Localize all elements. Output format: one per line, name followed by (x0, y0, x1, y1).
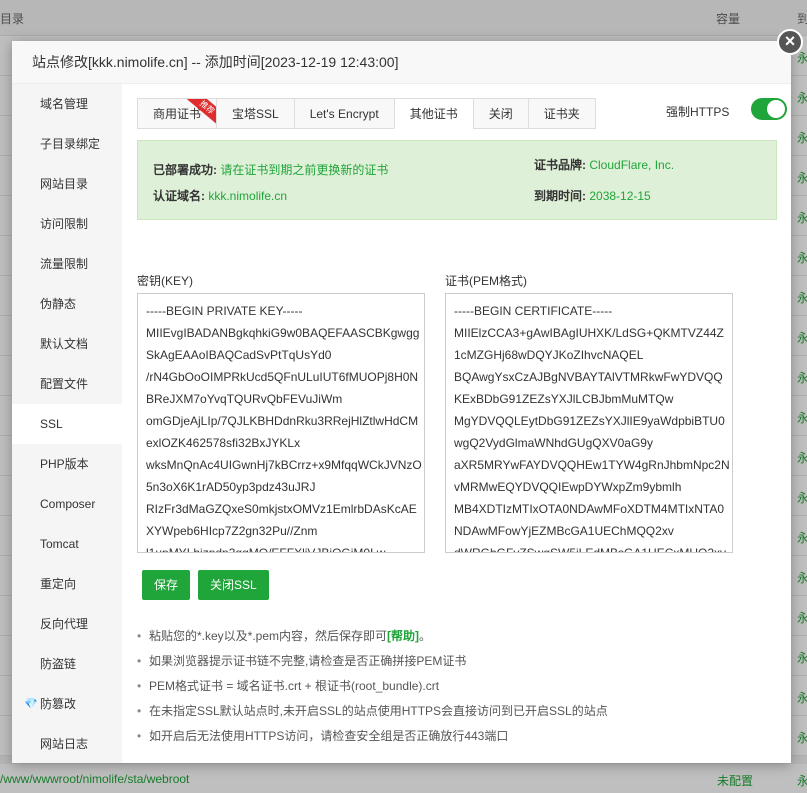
sidebar-item-label: 流量限制 (40, 257, 89, 271)
tip-item: 如开启后无法使用HTTPS访问，请检查安全组是否正确放行443端口 (137, 724, 777, 749)
tab-commercial-cert[interactable]: 商用证书 推荐 (137, 98, 218, 129)
close-dialog-button[interactable]: × (777, 29, 803, 55)
private-key-textarea[interactable]: -----BEGIN PRIVATE KEY----- MIIEvgIBADAN… (137, 293, 425, 553)
cert-expire-key: 到期时间: (534, 189, 586, 203)
sidebar-item-label: Composer (40, 497, 96, 511)
sidebar-item-php-version[interactable]: PHP版本 (12, 444, 122, 484)
sidebar-item-label: 配置文件 (40, 377, 89, 391)
ssl-tabs: 商用证书 推荐 宝塔SSL Let's Encrypt 其他证书 关闭 证书夹 (137, 98, 596, 129)
sidebar: 域名管理 子目录绑定 网站目录 访问限制 流量限制 伪静态 默认文档 配置文件 … (12, 84, 122, 763)
tip-item: PEM格式证书 = 域名证书.crt + 根证书(root_bundle).cr… (137, 674, 777, 699)
sidebar-item-hotlink[interactable]: 防盗链 (12, 644, 122, 684)
sidebar-item-site-log[interactable]: 网站日志 (12, 724, 122, 764)
sidebar-item-traffic-limit[interactable]: 流量限制 (12, 244, 122, 284)
sidebar-item-rewrite[interactable]: 伪静态 (12, 284, 122, 324)
deploy-status: 已部署成功: 请在证书到期之前更换新的证书 (153, 161, 388, 178)
sidebar-item-label: 伪静态 (40, 297, 77, 311)
tab-label: 证书夹 (543, 107, 580, 121)
help-link[interactable]: [帮助] (387, 629, 419, 643)
sidebar-item-label: 反向代理 (40, 617, 89, 631)
key-field-label: 密钥(KEY) (137, 274, 194, 288)
sidebar-item-access-limit[interactable]: 访问限制 (12, 204, 122, 244)
tab-label: 宝塔SSL (232, 107, 279, 121)
sidebar-item-site-dir[interactable]: 网站目录 (12, 164, 122, 204)
sidebar-item-subdir[interactable]: 子目录绑定 (12, 124, 122, 164)
cert-brand-value: CloudFlare, Inc. (589, 158, 675, 172)
sidebar-item-label: 访问限制 (40, 217, 89, 231)
tip-item: 粘贴您的*.key以及*.pem内容，然后保存即可[帮助]。 (137, 624, 777, 649)
sidebar-item-label: 网站日志 (40, 737, 89, 751)
deploy-status-value: 请在证书到期之前更换新的证书 (220, 163, 389, 177)
tab-other-cert[interactable]: 其他证书 (393, 98, 474, 129)
deploy-status-key: 已部署成功: (153, 163, 217, 177)
tab-label: 关闭 (488, 107, 513, 121)
sidebar-item-label: 防篡改 (40, 697, 77, 711)
sidebar-item-label: 重定向 (40, 577, 77, 591)
sidebar-item-tamper-proof[interactable]: 💎 防篡改 (12, 684, 122, 724)
diamond-icon: 💎 (24, 698, 38, 710)
sidebar-item-label: 域名管理 (40, 97, 89, 111)
cert-expire-value: 2038-12-15 (589, 189, 651, 203)
save-button[interactable]: 保存 (142, 570, 191, 600)
sidebar-item-label: 默认文档 (40, 337, 89, 351)
tab-cert-folder[interactable]: 证书夹 (527, 98, 596, 129)
tip-text: 。 (419, 629, 432, 643)
close-ssl-button[interactable]: 关闭SSL (198, 570, 269, 600)
force-https-label: 强制HTTPS (666, 105, 730, 119)
force-https-toggle[interactable] (751, 98, 787, 120)
ssl-panel: 商用证书 推荐 宝塔SSL Let's Encrypt 其他证书 关闭 证书夹 … (122, 84, 791, 763)
sidebar-item-label: Tomcat (40, 537, 79, 551)
cert-field-label: 证书(PEM格式) (445, 274, 527, 288)
cert-domain-value: kkk.nimolife.cn (208, 189, 288, 203)
sidebar-item-label: 防盗链 (40, 657, 77, 671)
tab-label: 商用证书 (153, 107, 202, 121)
sidebar-item-redirect[interactable]: 重定向 (12, 564, 122, 604)
sidebar-item-label: 子目录绑定 (40, 137, 101, 151)
cert-brand: 证书品牌: CloudFlare, Inc. (534, 156, 674, 173)
tab-close[interactable]: 关闭 (472, 98, 529, 129)
tab-bt-ssl[interactable]: 宝塔SSL (216, 98, 295, 129)
tab-lets-encrypt[interactable]: Let's Encrypt (293, 98, 395, 129)
sidebar-item-domain[interactable]: 域名管理 (12, 84, 122, 124)
help-tips: 粘贴您的*.key以及*.pem内容，然后保存即可[帮助]。 如果浏览器提示证书… (137, 624, 777, 749)
cert-expire: 到期时间: 2038-12-15 (534, 187, 651, 204)
sidebar-item-default-doc[interactable]: 默认文档 (12, 324, 122, 364)
sidebar-item-label: 网站目录 (40, 177, 89, 191)
sidebar-item-composer[interactable]: Composer (12, 484, 122, 524)
cert-status-box: 已部署成功: 请在证书到期之前更换新的证书 认证域名: kkk.nimolife… (137, 140, 777, 220)
tip-item: 如果浏览器提示证书链不完整,请检查是否正确拼接PEM证书 (137, 649, 777, 674)
tip-text: 粘贴您的*.key以及*.pem内容，然后保存即可 (149, 629, 388, 643)
tab-label: Let's Encrypt (309, 107, 379, 121)
cert-domain: 认证域名: kkk.nimolife.cn (153, 187, 287, 204)
certificate-textarea[interactable]: -----BEGIN CERTIFICATE----- MIIElzCCA3+g… (445, 293, 733, 553)
tab-label: 其他证书 (409, 107, 458, 121)
toggle-knob (767, 100, 785, 118)
cert-brand-key: 证书品牌: (534, 158, 586, 172)
sidebar-item-config-file[interactable]: 配置文件 (12, 364, 122, 404)
sidebar-item-reverse-proxy[interactable]: 反向代理 (12, 604, 122, 644)
cert-domain-key: 认证域名: (153, 189, 205, 203)
sidebar-item-label: PHP版本 (40, 457, 89, 471)
sidebar-item-label: SSL (40, 417, 63, 431)
tip-item: 在未指定SSL默认站点时,未开启SSL的站点使用HTTPS会直接访问到已开启SS… (137, 699, 777, 724)
sidebar-item-ssl[interactable]: SSL (12, 404, 122, 444)
sidebar-item-tomcat[interactable]: Tomcat (12, 524, 122, 564)
dialog-title: 站点修改[kkk.nimolife.cn] -- 添加时间[2023-12-19… (12, 41, 791, 84)
site-edit-dialog: 站点修改[kkk.nimolife.cn] -- 添加时间[2023-12-19… (12, 41, 791, 763)
